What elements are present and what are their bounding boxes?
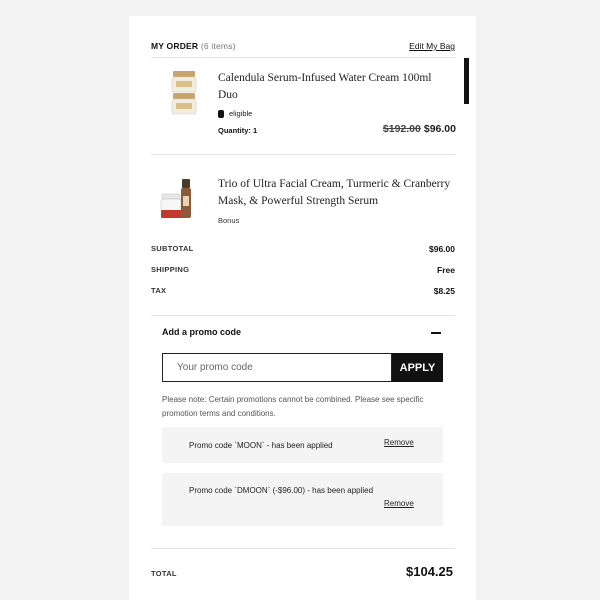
product-name[interactable]: Trio of Ultra Facial Cream, Turmeric & C… <box>218 176 458 210</box>
subtotal-label: SUBTOTAL <box>151 244 194 253</box>
sale-price: $96.00 <box>423 123 456 135</box>
tax-value: $8.25 <box>433 286 455 296</box>
order-summary-panel: MY ORDER (6 items) Edit My Bag Calendula… <box>129 16 476 600</box>
promo-code-input[interactable] <box>162 353 392 382</box>
promo-section-title[interactable]: Add a promo code <box>162 327 241 337</box>
subtotal-value: $96.00 <box>429 244 455 254</box>
item-divider <box>151 154 455 155</box>
shipping-row: SHIPPING Free <box>151 265 455 279</box>
tax-label: TAX <box>151 286 167 295</box>
applied-promo-card: Promo code `DMOON` (-$96.00) - has been … <box>162 473 443 526</box>
apply-button[interactable]: APPLY <box>392 353 443 382</box>
order-title-text: MY ORDER <box>151 41 199 51</box>
remove-promo-link[interactable]: Remove <box>384 499 414 508</box>
order-item-count: (6 items) <box>200 41 236 51</box>
skincare-trio-image <box>160 176 202 224</box>
tax-row: TAX $8.25 <box>151 286 455 300</box>
minus-icon[interactable] <box>431 332 441 334</box>
shipping-label: SHIPPING <box>151 265 190 274</box>
applied-promo-text: Promo code `MOON` - has been applied <box>189 441 333 450</box>
eligible-label: eligible <box>229 109 253 118</box>
shipping-value: Free <box>437 265 455 275</box>
original-price: $192.00 <box>382 123 421 135</box>
total-divider <box>151 548 455 549</box>
total-label: TOTAL <box>151 569 177 578</box>
quantity-label: Quantity: 1 <box>218 126 258 135</box>
applied-promo-text: Promo code `DMOON` (-$96.00) - has been … <box>189 486 374 495</box>
summary-divider <box>151 315 455 316</box>
subtotal-row: SUBTOTAL $96.00 <box>151 244 455 258</box>
eligible-badge: eligible <box>218 109 252 118</box>
remove-promo-link[interactable]: Remove <box>384 438 414 447</box>
cream-jar-duo-image <box>164 68 206 116</box>
product-name[interactable]: Calendula Serum-Infused Water Cream 100m… <box>218 70 452 104</box>
header-divider <box>151 57 455 58</box>
applied-promo-card: Promo code `MOON` - has been applied Rem… <box>162 427 443 463</box>
total-value: $104.25 <box>406 564 453 579</box>
order-header: MY ORDER (6 items) Edit My Bag <box>151 41 455 57</box>
edit-bag-link[interactable]: Edit My Bag <box>409 41 455 51</box>
bonus-label: Bonus <box>218 216 240 225</box>
order-title: MY ORDER (6 items) <box>151 41 236 51</box>
shield-icon <box>218 109 224 118</box>
scrollbar-thumb[interactable] <box>464 58 469 104</box>
item-price: $192.00 $96.00 <box>383 123 456 135</box>
promo-note: Please note: Certain promotions cannot b… <box>162 395 424 418</box>
